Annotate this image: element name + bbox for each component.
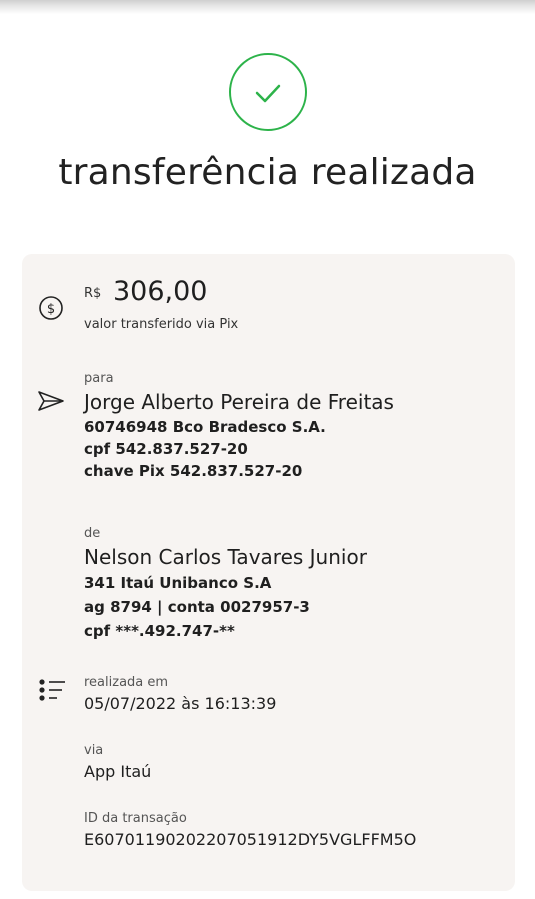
date-label: realizada em [84, 675, 169, 690]
transaction-id-label: ID da transação [84, 811, 187, 826]
recipient-label: para [84, 371, 114, 386]
recipient-cpf: cpf 542.837.527-20 [84, 440, 248, 458]
sender-bank: 341 Itaú Unibanco S.A [84, 574, 272, 592]
svg-text:$: $ [47, 302, 55, 317]
via-label: via [84, 743, 104, 758]
recipient-bank: 60746948 Bco Bradesco S.A. [84, 418, 326, 436]
currency-symbol: R$ [84, 286, 102, 301]
receipt-card [22, 254, 515, 891]
list-icon [39, 679, 65, 701]
sender-account: ag 8794 | conta 0027957-3 [84, 598, 310, 616]
send-icon [38, 391, 64, 411]
status-bar-shadow [0, 0, 535, 14]
page-title: transferência realizada [58, 152, 477, 193]
recipient-pix-key: chave Pix 542.837.527-20 [84, 462, 303, 480]
via-value: App Itaú [84, 762, 152, 781]
transfer-amount: 306,00 [113, 276, 208, 307]
success-check-icon [229, 53, 307, 131]
date-value: 05/07/2022 às 16:13:39 [84, 694, 277, 713]
sender-cpf: cpf ***.492.747-** [84, 622, 235, 640]
amount-label: valor transferido via Pix [84, 317, 239, 332]
sender-name: Nelson Carlos Tavares Junior [84, 545, 367, 569]
sender-label: de [84, 526, 101, 541]
recipient-name: Jorge Alberto Pereira de Freitas [84, 390, 394, 414]
dollar-circle-icon: $ [39, 296, 63, 320]
transaction-id-value: E60701190202207051912DY5VGLFFM5O [84, 830, 417, 849]
